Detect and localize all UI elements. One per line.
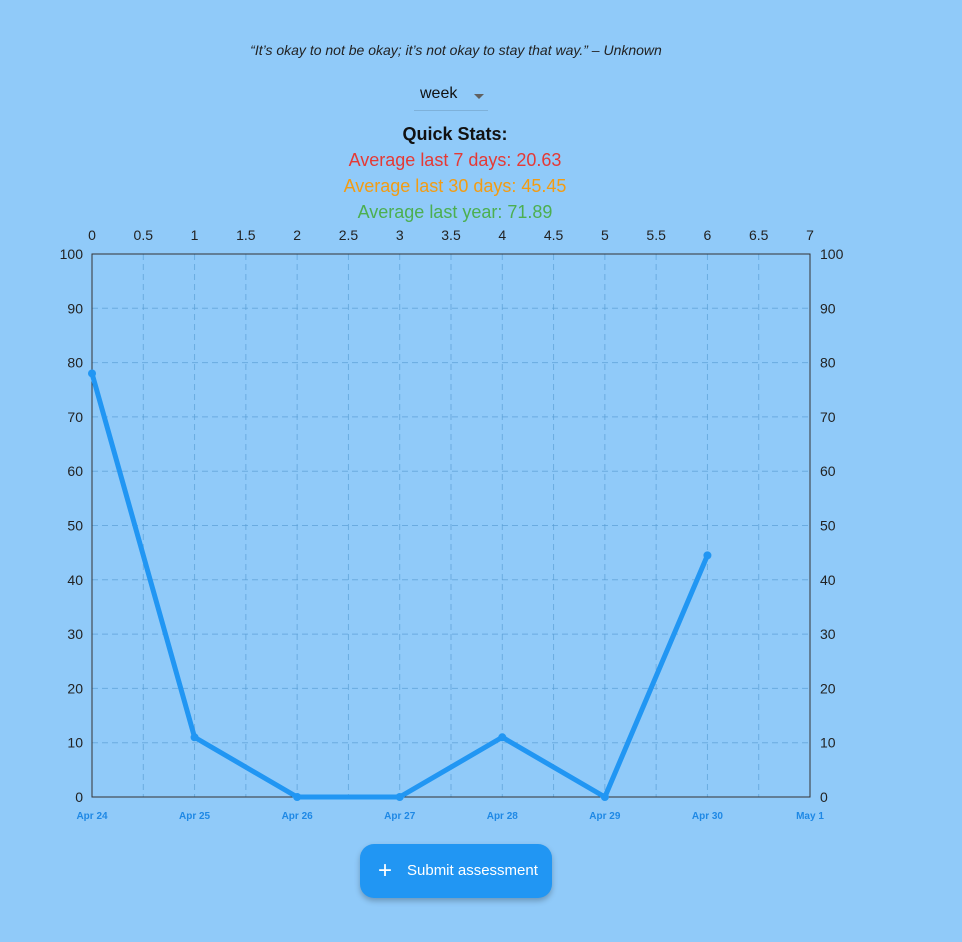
y-right-tick-label: 10 [820, 735, 836, 751]
y-left-tick-label: 20 [67, 680, 83, 696]
y-right-tick-label: 100 [820, 246, 844, 262]
y-left-tick-label: 100 [60, 246, 84, 262]
x-top-tick-label: 2 [293, 227, 301, 243]
submit-assessment-label: Submit assessment [407, 862, 538, 879]
x-date-label: Apr 29 [589, 811, 621, 822]
x-top-tick-label: 1.5 [236, 227, 256, 243]
y-left-tick-label: 40 [67, 572, 83, 588]
y-right-tick-label: 20 [820, 680, 836, 696]
y-right-tick-label: 80 [820, 355, 836, 371]
x-top-tick-label: 1 [191, 227, 199, 243]
x-top-tick-label: 6 [704, 227, 712, 243]
x-date-label: Apr 27 [384, 811, 416, 822]
y-left-tick-label: 30 [67, 626, 83, 642]
x-top-tick-label: 0.5 [134, 227, 154, 243]
x-top-tick-label: 6.5 [749, 227, 769, 243]
y-right-tick-label: 70 [820, 409, 836, 425]
y-left-tick-label: 50 [67, 518, 83, 534]
x-date-label: Apr 28 [487, 811, 519, 822]
y-left-tick-label: 90 [67, 300, 83, 316]
y-right-tick-label: 0 [820, 789, 828, 805]
submit-assessment-button[interactable]: + Submit assessment [360, 844, 552, 898]
x-top-tick-label: 2.5 [339, 227, 359, 243]
y-left-tick-label: 80 [67, 355, 83, 371]
x-top-tick-label: 0 [88, 227, 96, 243]
data-point [293, 793, 302, 801]
y-right-tick-label: 30 [820, 626, 836, 642]
y-left-tick-label: 10 [67, 735, 83, 751]
y-right-tick-label: 40 [820, 572, 836, 588]
x-date-label: May 1 [796, 811, 824, 822]
y-left-tick-label: 0 [75, 789, 83, 805]
x-top-tick-label: 3.5 [441, 227, 461, 243]
data-point [600, 793, 609, 801]
data-point [703, 551, 712, 560]
y-left-tick-label: 60 [67, 463, 83, 479]
data-point [88, 369, 96, 378]
y-right-tick-label: 50 [820, 518, 836, 534]
data-point [190, 733, 199, 742]
plus-icon: + [378, 857, 393, 884]
x-top-tick-label: 5 [601, 227, 609, 243]
mood-line-chart: 0 0.5 1 1.5 2 2.5 3 3.5 4 4.5 5 5.5 6 6.5 70 010 1020 203… [60, 227, 844, 822]
data-point [498, 733, 507, 742]
x-top-tick-label: 4 [498, 227, 506, 243]
x-top-tick-label: 4.5 [544, 227, 564, 243]
x-top-tick-label: 7 [806, 227, 814, 243]
x-date-label: Apr 26 [282, 811, 314, 822]
x-top-tick-label: 3 [396, 227, 404, 243]
data-point [395, 793, 404, 801]
y-right-tick-label: 60 [820, 463, 836, 479]
x-top-tick-label: 5.5 [646, 227, 666, 243]
x-date-label: Apr 24 [76, 811, 108, 822]
y-right-tick-label: 90 [820, 300, 836, 316]
x-date-label: Apr 30 [692, 811, 724, 822]
x-date-label: Apr 25 [179, 811, 211, 822]
y-left-tick-label: 70 [67, 409, 83, 425]
